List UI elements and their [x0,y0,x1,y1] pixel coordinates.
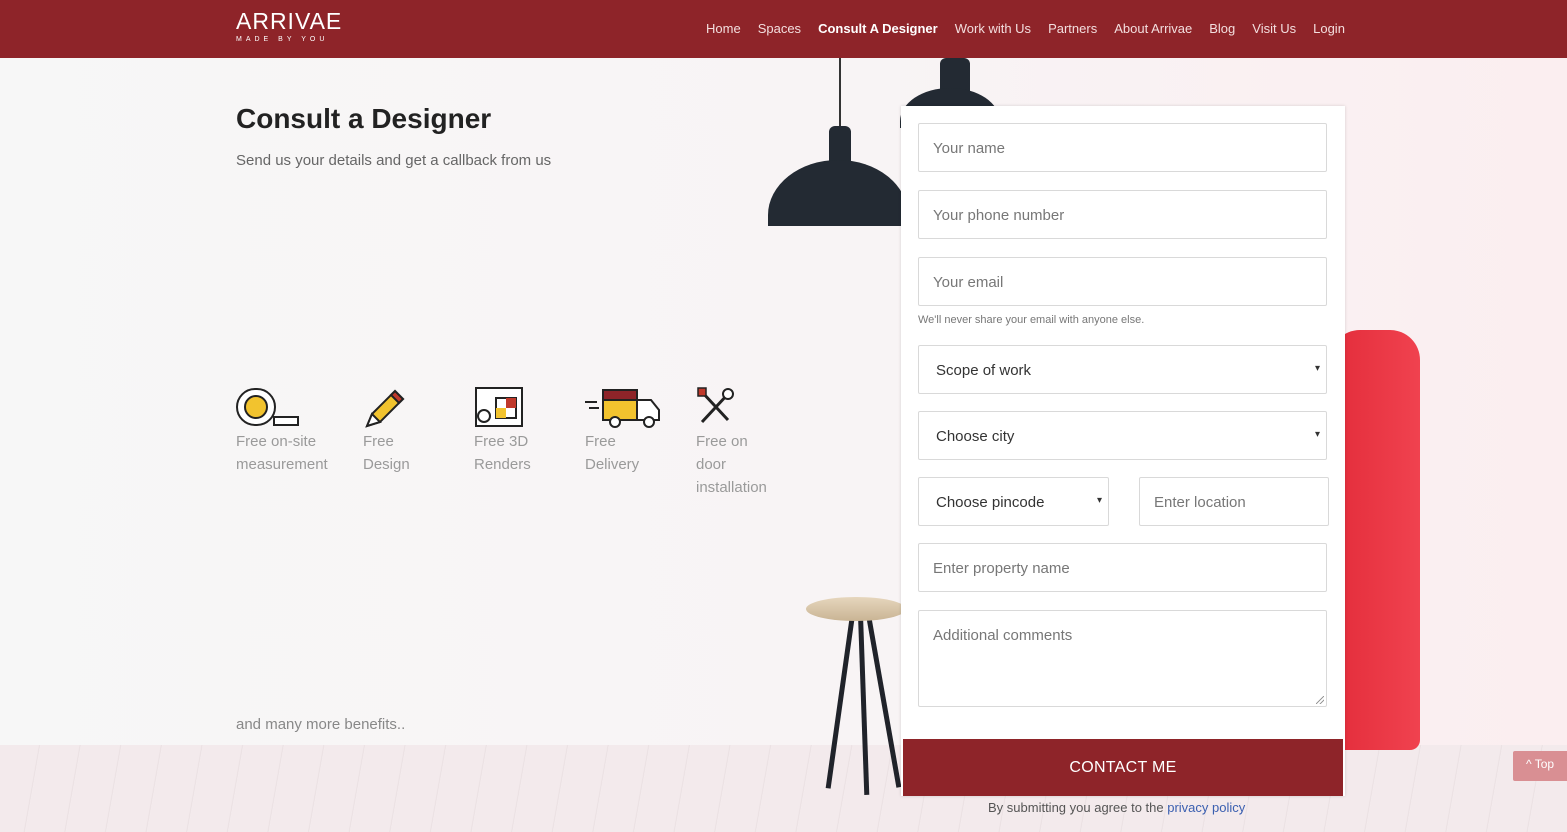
nav-consult-designer[interactable]: Consult A Designer [818,21,938,36]
property-name-input[interactable]: Enter property name [918,543,1327,592]
city-select[interactable]: Choose city ▾ [918,411,1327,460]
feature-delivery: Free Delivery [585,386,695,476]
name-input[interactable]: Your name [918,123,1327,172]
feature-3d-renders: Free 3D Renders [474,386,584,476]
nav-spaces[interactable]: Spaces [758,21,801,36]
main-nav: Home Spaces Consult A Designer Work with… [706,21,1362,36]
logo[interactable]: ARRIVAE MADE BY YOU [236,8,342,43]
pencil-icon [363,386,473,430]
nav-partners[interactable]: Partners [1048,21,1097,36]
nav-visit-us[interactable]: Visit Us [1252,21,1296,36]
feature-measurement: Free on-site measurement [236,386,346,476]
scope-select[interactable]: Scope of work ▾ [918,345,1327,394]
nav-home[interactable]: Home [706,21,741,36]
location-input[interactable]: Enter location [1139,477,1329,526]
pincode-select[interactable]: Choose pincode ▾ [918,477,1109,526]
page-title: Consult a Designer [236,103,492,134]
privacy-notice: By submitting you agree to the privacy p… [988,800,1246,815]
consult-form: Your name Your phone number Your email W… [901,106,1345,796]
page-subtitle: Send us your details and get a callback … [236,152,552,169]
phone-input[interactable]: Your phone number [918,190,1327,239]
header: ARRIVAE MADE BY YOU Home Spaces Consult … [0,0,1567,58]
tape-measure-icon [236,386,346,430]
tools-icon [696,386,806,430]
nav-blog[interactable]: Blog [1209,21,1235,36]
back-to-top-button[interactable]: ^ Top [1513,751,1567,781]
blueprint-icon [474,386,584,430]
email-input[interactable]: Your email [918,257,1327,306]
resize-grip-icon[interactable] [1316,696,1324,704]
dropdown-caret-icon: ▾ [1314,363,1320,374]
chevron-up-icon: ^ [1525,757,1532,771]
more-benefits-text: and many more benefits.. [236,716,406,733]
nav-about[interactable]: About Arrivae [1114,21,1192,36]
comments-textarea[interactable]: Additional comments [918,610,1327,707]
feature-installation: Free on door installation [696,386,806,499]
delivery-truck-icon [585,386,695,430]
email-help-text: We'll never share your email with anyone… [918,314,1145,326]
dropdown-caret-icon: ▾ [1314,429,1320,440]
dropdown-caret-icon: ▾ [1096,495,1102,506]
privacy-policy-link[interactable]: privacy policy [1167,800,1245,815]
stool [806,597,906,621]
logo-text: ARRIVAE [236,8,343,34]
feature-design: Free Design [363,386,473,476]
contact-me-button[interactable]: CONTACT ME [903,739,1343,796]
nav-work-with-us[interactable]: Work with Us [955,21,1031,36]
nav-login[interactable]: Login [1313,21,1345,36]
logo-tagline: MADE BY YOU [236,36,329,43]
